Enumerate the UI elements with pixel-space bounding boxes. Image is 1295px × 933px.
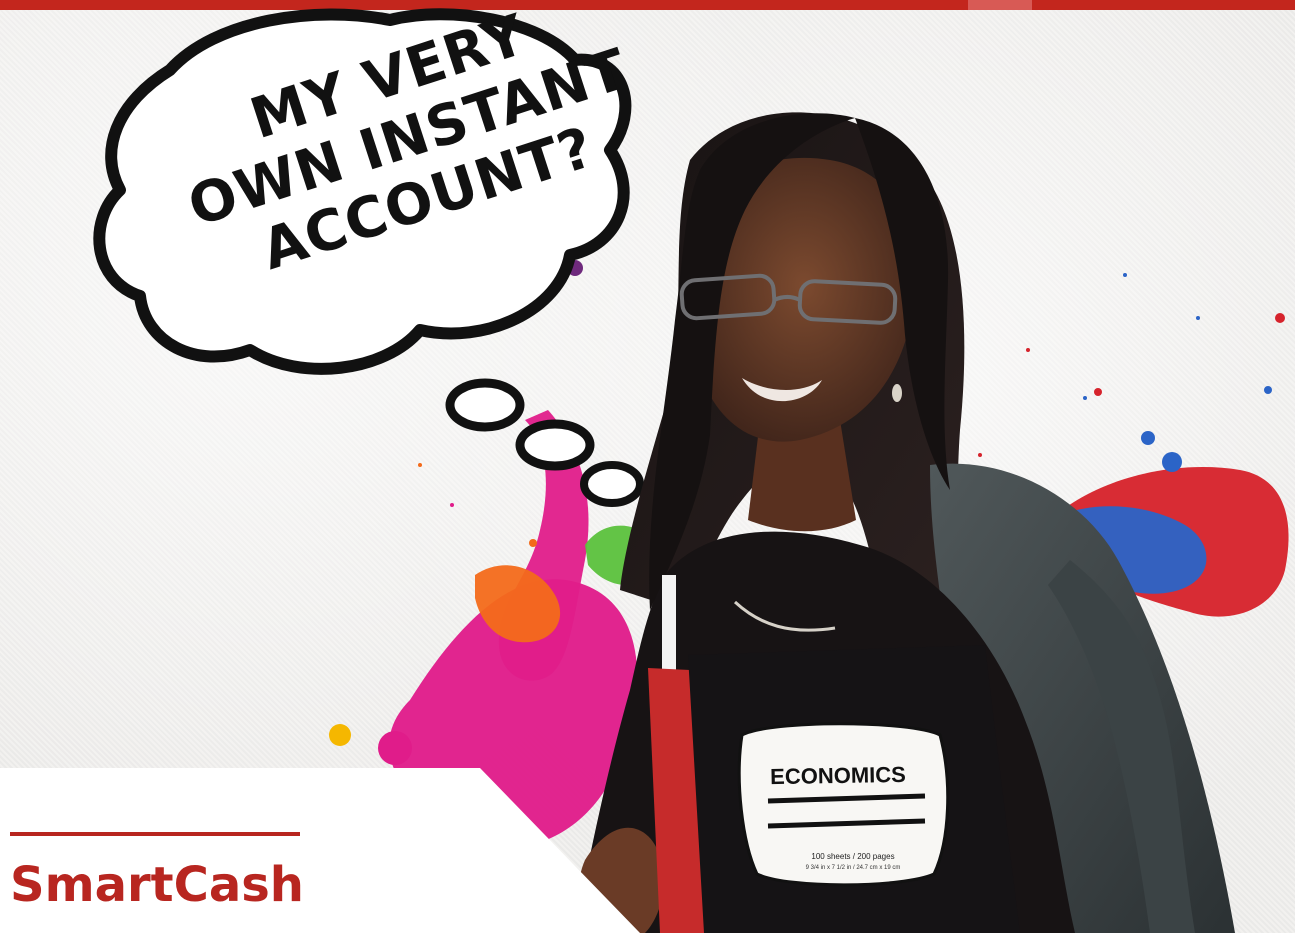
thought-cloud bbox=[93, 8, 632, 375]
magenta-dot bbox=[378, 731, 412, 765]
earring bbox=[892, 384, 902, 402]
notebook-small-print: 9 3/4 in x 7 1/2 in / 24.7 cm x 19 cm bbox=[805, 865, 901, 871]
orange-speck bbox=[529, 539, 537, 547]
yellow-dot bbox=[329, 724, 351, 746]
brand-logo-text: SmartCash bbox=[10, 857, 304, 913]
thought-bubble bbox=[93, 8, 644, 507]
brand-rule bbox=[10, 832, 300, 836]
thought-bubble-dot-3 bbox=[580, 461, 644, 507]
thought-bubble-dot-2 bbox=[515, 419, 595, 471]
thought-bubble-dot-1 bbox=[445, 378, 525, 432]
red-dot-1 bbox=[1275, 313, 1285, 323]
blue-dot-2 bbox=[1141, 431, 1155, 445]
red-dot-2 bbox=[1094, 388, 1102, 396]
blue-dot-3 bbox=[1264, 386, 1272, 394]
blue-dot-1 bbox=[1162, 452, 1182, 472]
notebook-title: ECONOMICS bbox=[769, 761, 907, 790]
advertisement-page: MY VERY OWN INSTANT ACCOUNT? ECONOMICS 1… bbox=[0, 0, 1295, 933]
notebook-subtitle: 100 sheets / 200 pages bbox=[811, 852, 895, 861]
